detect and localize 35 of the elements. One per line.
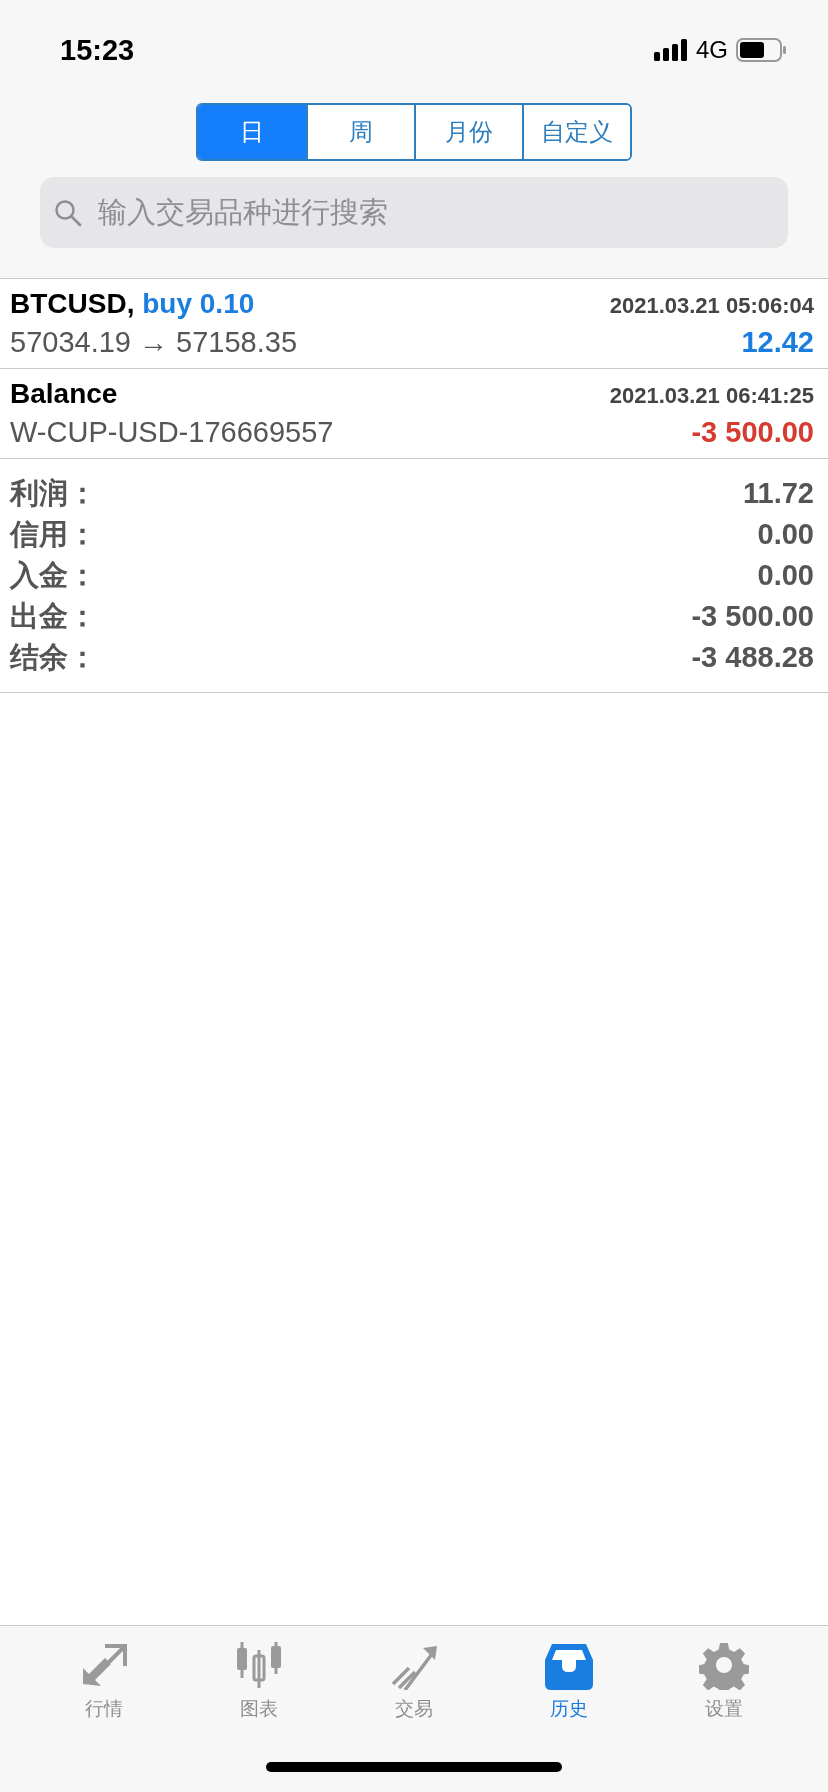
deal-symbol: BTCUSD, buy 0.10 — [10, 288, 255, 320]
summary-value: -3 500.00 — [691, 600, 814, 633]
tab-bar-item[interactable]: 行情 — [48, 1640, 159, 1722]
search-field[interactable]: 输入交易品种进行搜索 — [40, 177, 788, 248]
deal-row[interactable]: BTCUSD, buy 0.10 2021.03.21 05:06:04 57034.19 → 57158.35 12.42 — [0, 279, 828, 369]
summary-value: 0.00 — [757, 518, 814, 551]
summary-label: 出金： — [10, 598, 97, 634]
tab-bar-item[interactable]: 历史 — [514, 1640, 625, 1722]
summary-value: -3 488.28 — [691, 641, 814, 674]
summary-value: 0.00 — [757, 559, 814, 592]
deal-amount: -3 500.00 — [691, 416, 814, 449]
period-tab[interactable]: 周 — [306, 105, 414, 159]
signal-icon — [654, 39, 688, 61]
deal-symbol: Balance — [10, 378, 118, 410]
summary-label: 结余： — [10, 639, 97, 675]
tab-bar-item[interactable]: 设置 — [669, 1640, 780, 1722]
network-label: 4G — [696, 36, 728, 64]
period-tab[interactable]: 日 — [198, 105, 306, 159]
summary-label: 信用： — [10, 516, 97, 552]
summary-label: 利润： — [10, 475, 97, 511]
period-tab[interactable]: 月份 — [414, 105, 522, 159]
deal-detail: W-CUP-USD-176669557 — [10, 416, 334, 449]
deal-detail: 57034.19 → 57158.35 — [10, 326, 298, 359]
summary-value: 11.72 — [743, 477, 814, 510]
deal-time: 2021.03.21 06:41:25 — [609, 383, 814, 409]
summary-label: 入金： — [10, 557, 97, 593]
period-tab[interactable]: 自定义 — [522, 105, 630, 159]
deal-row[interactable]: Balance 2021.03.21 06:41:25 W-CUP-USD-176669557 -3 500.00 — [0, 369, 828, 459]
gear-icon — [699, 1640, 750, 1690]
deal-time: 2021.03.21 05:06:04 — [609, 293, 814, 319]
tab-bar-item[interactable]: 图表 — [203, 1640, 314, 1722]
battery-icon — [736, 38, 786, 62]
tab-bar-item[interactable]: 交易 — [358, 1640, 469, 1722]
deal-amount: 12.42 — [741, 326, 814, 359]
clock: 15:23 — [60, 33, 135, 67]
